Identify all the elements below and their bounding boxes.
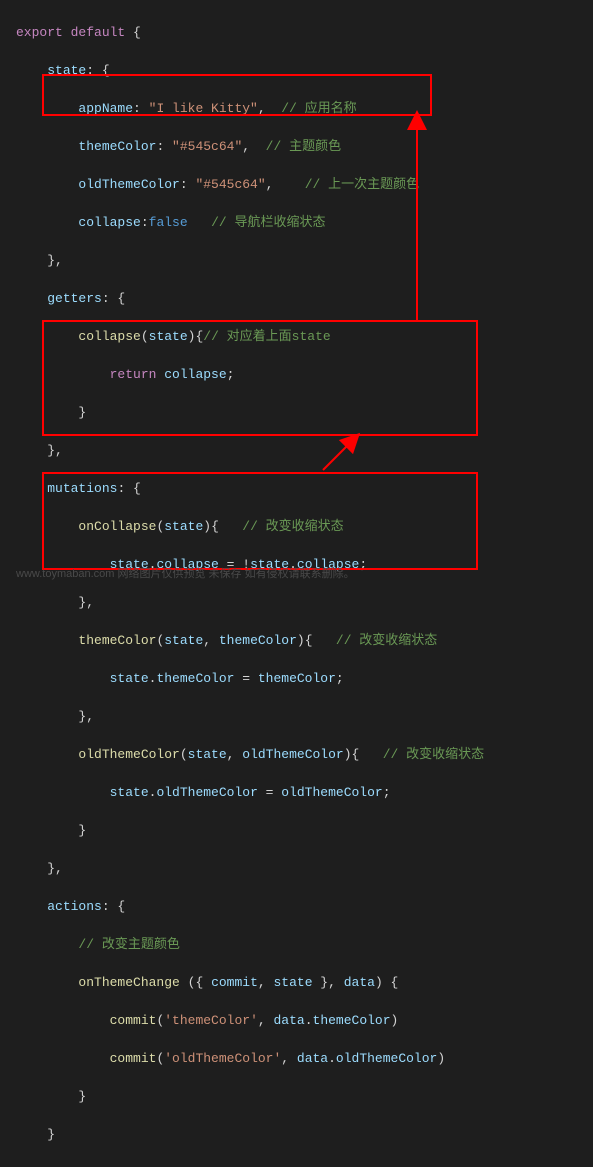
code-line: } [16,403,593,422]
code-line: return collapse; [16,365,593,384]
code-line: }, [16,859,593,878]
code-line: getters: { [16,289,593,308]
code-line: state.themeColor = themeColor; [16,669,593,688]
code-line: collapse:false // 导航栏收缩状态 [16,213,593,232]
code-line: state: { [16,61,593,80]
code-line: }, [16,441,593,460]
code-line: oldThemeColor(state, oldThemeColor){ // … [16,745,593,764]
code-line: themeColor: "#545c64", // 主题颜色 [16,137,593,156]
code-line: themeColor(state, themeColor){ // 改变收缩状态 [16,631,593,650]
code-line: } [16,1087,593,1106]
watermark-text: www.toymaban.com 网络图片仅供预览 未保存 如有侵权请联系删除。 [16,565,355,584]
code-line: oldThemeColor: "#545c64", // 上一次主题颜色 [16,175,593,194]
code-line: actions: { [16,897,593,916]
code-line: commit('oldThemeColor', data.oldThemeCol… [16,1049,593,1068]
code-line: }, [16,251,593,270]
code-line: state.oldThemeColor = oldThemeColor; [16,783,593,802]
code-line: // 改变主题颜色 [16,935,593,954]
code-line: } [16,1125,593,1144]
code-line: export default { [16,23,593,42]
code-line: appName: "I like Kitty", // 应用名称 [16,99,593,118]
code-line: collapse(state){// 对应着上面state [16,327,593,346]
code-line: mutations: { [16,479,593,498]
code-line: }, [16,593,593,612]
code-line: onCollapse(state){ // 改变收缩状态 [16,517,593,536]
code-line: commit('themeColor', data.themeColor) [16,1011,593,1030]
code-line: }, [16,707,593,726]
code-line: } [16,821,593,840]
code-line: onThemeChange ({ commit, state }, data) … [16,973,593,992]
